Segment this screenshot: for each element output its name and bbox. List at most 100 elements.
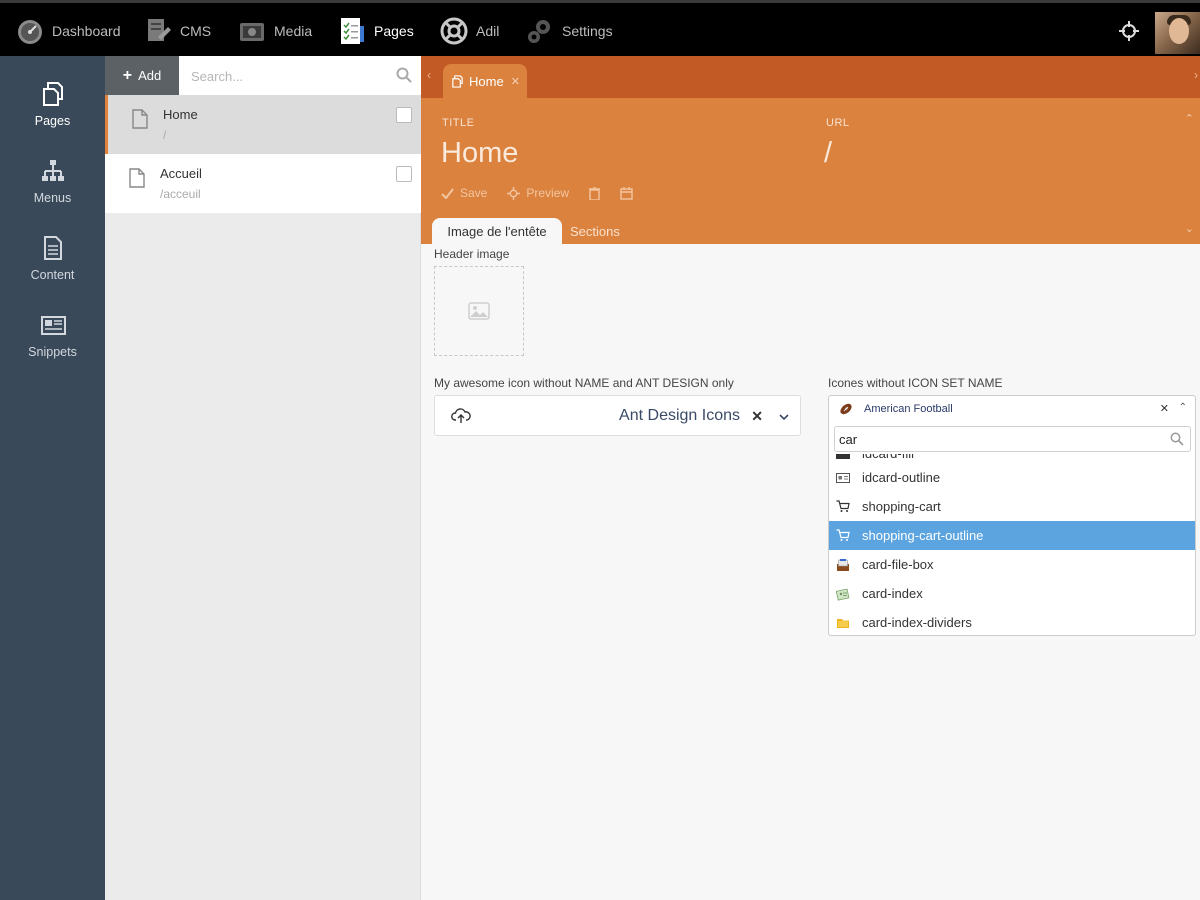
tab-home[interactable]: Home ✕ (443, 64, 527, 98)
sidebar-item-content[interactable]: Content (0, 234, 105, 300)
nav-label: Dashboard (52, 23, 121, 39)
delete-button[interactable] (589, 186, 601, 200)
media-icon (237, 16, 267, 46)
add-label: Add (138, 68, 162, 83)
document-icon (39, 234, 67, 262)
sitemap-icon (39, 157, 67, 185)
sidebar-item-label: Snippets (28, 345, 77, 359)
clear-icon[interactable]: ✕ (1160, 402, 1169, 415)
page-url: / (163, 128, 167, 142)
option-shopping-cart-outline[interactable]: shopping-cart-outline (829, 521, 1195, 550)
nav-label: CMS (180, 23, 212, 39)
url-value[interactable]: / (824, 137, 832, 170)
copy-icon (452, 74, 463, 88)
crosshair-icon[interactable] (1118, 20, 1140, 42)
page-row-home[interactable]: Home / (105, 95, 421, 154)
option-shopping-cart[interactable]: shopping-cart (829, 492, 1195, 521)
card-file-box-icon (836, 558, 850, 572)
search-input[interactable] (191, 65, 391, 87)
clear-icon[interactable]: ✕ (751, 408, 763, 425)
page-row-accueil[interactable]: Accueil /acceuil (105, 154, 421, 213)
chevron-down-icon[interactable] (778, 410, 790, 422)
file-icon (129, 168, 147, 188)
ant-icon-label: My awesome icon without NAME and ANT DES… (434, 376, 734, 390)
page-url: /acceuil (160, 187, 201, 201)
newspaper-icon (39, 311, 67, 339)
save-button[interactable]: Save (441, 186, 487, 200)
nav-pages[interactable]: Pages (337, 11, 414, 51)
lifebuoy-icon (439, 16, 469, 46)
cms-icon (143, 16, 173, 46)
avatar[interactable] (1155, 12, 1200, 54)
shopping-cart-icon (836, 500, 850, 514)
idcard-outline-icon (836, 471, 850, 485)
check-icon (441, 187, 454, 199)
nav-label: Pages (374, 23, 414, 39)
plus-icon: + (122, 66, 133, 84)
nav-media[interactable]: Media (237, 11, 312, 51)
sidebar-item-label: Content (30, 268, 75, 282)
option-card-index[interactable]: card-index (829, 579, 1195, 608)
nav-adil[interactable]: Adil (439, 11, 499, 51)
close-icon[interactable]: ✕ (511, 75, 520, 88)
chevron-right-icon[interactable]: › (1194, 68, 1198, 82)
option-idcard-outline[interactable]: idcard-outline (829, 463, 1195, 492)
option-card-index-dividers[interactable]: card-index-dividers (829, 608, 1195, 635)
selected-value: Ant Design Icons (619, 407, 740, 424)
add-page-button[interactable]: + Add (105, 56, 179, 95)
icon-search (834, 426, 1191, 452)
pages-icon (337, 16, 367, 46)
chevron-up-icon[interactable]: ⌃ (1179, 402, 1187, 413)
schedule-button[interactable] (620, 186, 633, 200)
url-label: URL (826, 117, 850, 129)
icon-options-list: idcard-fill idcard-outline shopping-cart… (829, 454, 1195, 635)
nav-cms[interactable]: CMS (143, 11, 211, 51)
sidebar-item-pages[interactable]: Pages (0, 80, 105, 146)
select-checkbox[interactable] (396, 166, 412, 182)
left-sidebar: Pages Menus Content Snippets (0, 56, 105, 900)
gears-icon (525, 16, 555, 46)
american-football-icon (839, 402, 853, 416)
preview-button[interactable]: Preview (507, 186, 569, 200)
page-list-panel: + Add Home / Accueil /acceuil (105, 56, 421, 900)
editor-actions: Save Preview (441, 185, 653, 201)
ant-icon-select[interactable]: Ant Design Icons ✕ (434, 395, 801, 436)
search-icon[interactable] (396, 67, 412, 83)
header-image-label: Header image (434, 247, 510, 261)
sidebar-item-snippets[interactable]: Snippets (0, 311, 105, 377)
select-checkbox[interactable] (396, 107, 412, 123)
editor-header: ‹ Home ✕ › (421, 56, 1200, 244)
crosshair-icon (507, 186, 521, 200)
chevron-left-icon[interactable]: ‹ (427, 68, 431, 82)
icon-select[interactable]: American Football ✕ ⌃ (829, 396, 1195, 423)
page-title: Home (163, 107, 198, 122)
header-image-picker[interactable] (434, 266, 524, 356)
nav-dashboard[interactable]: Dashboard (15, 11, 121, 51)
card-index-dividers-icon (836, 616, 850, 630)
card-index-icon (836, 587, 850, 601)
icon-select-dropdown: American Football ✕ ⌃ idcard-fill idcard… (828, 395, 1196, 636)
icon-search-input[interactable] (839, 430, 1159, 448)
calendar-icon (620, 186, 633, 200)
nav-settings[interactable]: Settings (525, 11, 613, 51)
nav-label: Media (274, 23, 313, 39)
trash-icon (589, 186, 601, 200)
title-value[interactable]: Home (441, 137, 518, 170)
title-label: TITLE (442, 117, 475, 129)
sidebar-item-label: Menus (33, 191, 72, 205)
search-icon (1170, 432, 1184, 446)
chevron-up-icon[interactable]: ⌃ (1185, 112, 1194, 125)
tab-sections[interactable]: Sections (570, 218, 620, 244)
sidebar-item-menus[interactable]: Menus (0, 157, 105, 223)
selected-value: American Football (864, 403, 953, 415)
tab-header-image[interactable]: Image de l'entête (432, 218, 562, 244)
option-card-file-box[interactable]: card-file-box (829, 550, 1195, 579)
shopping-cart-outline-icon (836, 529, 850, 543)
nav-label: Adil (476, 23, 500, 39)
cloud-upload-icon (451, 407, 471, 425)
chevron-down-icon[interactable]: ⌄ (1185, 222, 1194, 235)
tab-label: Home (469, 73, 504, 89)
sidebar-item-label: Pages (34, 114, 71, 128)
page-search (179, 56, 421, 95)
top-navbar: Dashboard CMS Media Pages Adil Settings (0, 0, 1200, 56)
